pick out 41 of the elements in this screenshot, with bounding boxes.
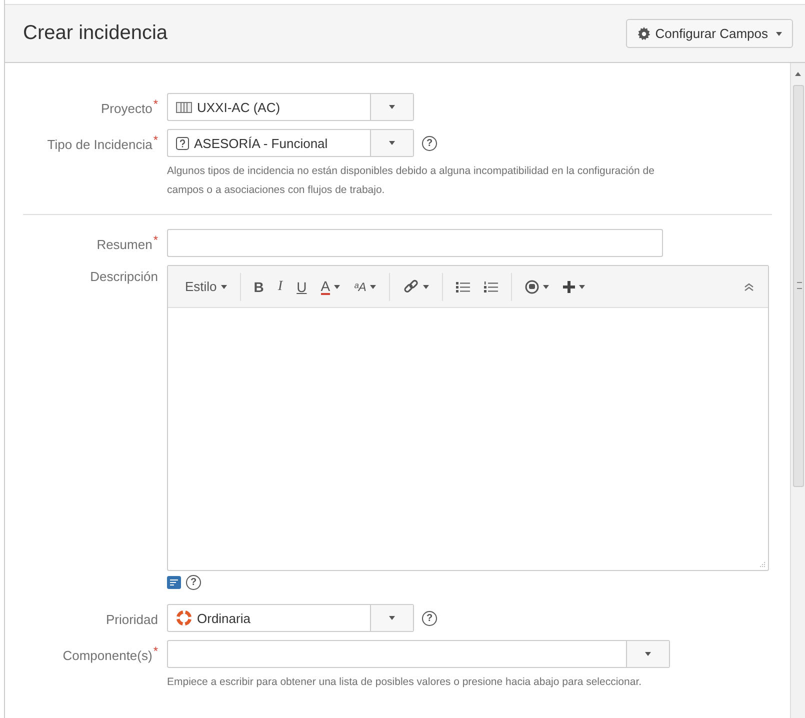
gear-icon [637, 26, 652, 40]
scrollbar[interactable] [790, 63, 805, 718]
smiley-icon [525, 280, 540, 294]
select-field[interactable]: Ordinaria [167, 604, 414, 632]
question-square-icon [176, 136, 189, 150]
project-icon [176, 102, 192, 112]
help-icon[interactable]: ? [186, 575, 201, 590]
text-button[interactable]: Estilo [178, 274, 234, 298]
field-label: Proyecto [101, 101, 152, 116]
color-button[interactable]: A [314, 274, 348, 298]
collapse-icon[interactable] [744, 283, 754, 291]
select-field[interactable]: UXXI-AC (AC) [167, 93, 414, 121]
dialog-title: Crear incidencia [23, 22, 168, 45]
field-hint: Algunos tipos de incidencia no están disponibles debido a alguna incompatibilidad en la configuración de campos o a asociaciones con flujos de trabajo. [167, 164, 656, 198]
text-mode-icon[interactable] [167, 576, 181, 589]
required-mark: * [153, 233, 158, 247]
help-icon[interactable]: ? [422, 610, 437, 626]
configure-fields-button[interactable]: Configurar Campos [626, 19, 793, 48]
field-hint: Empiece a escribir para obtener una lista de posibles valores o presione hacia abajo para seleccionar. [167, 675, 643, 690]
plus-icon [563, 280, 576, 292]
required-mark: * [153, 97, 158, 111]
italic-button[interactable]: I [270, 274, 290, 298]
bullet-list-icon [456, 280, 470, 292]
field-label: Resumen [96, 237, 152, 252]
clear-format-button[interactable]: ᵃA [347, 274, 384, 298]
field-label: Componente(s) [62, 648, 152, 663]
summary-field[interactable] [167, 229, 663, 257]
link-icon [403, 278, 420, 294]
underline-button[interactable]: U [290, 274, 314, 298]
required-mark: * [153, 133, 158, 147]
help-icon[interactable]: ? [422, 136, 437, 150]
required-mark: * [153, 644, 158, 658]
lifebuoy-icon [176, 610, 192, 626]
bold-button[interactable]: B [246, 274, 271, 298]
field-label: Tipo de Incidencia [47, 137, 152, 152]
description-editor[interactable]: Estilo B I U A ᵃA [167, 265, 769, 571]
numbered-list-icon [484, 280, 498, 292]
select-field[interactable]: ASESORÍA - Funcional [167, 129, 414, 157]
field-label: Prioridad [106, 612, 158, 627]
field-label: Descripción [90, 269, 158, 284]
select-field[interactable] [167, 640, 670, 668]
